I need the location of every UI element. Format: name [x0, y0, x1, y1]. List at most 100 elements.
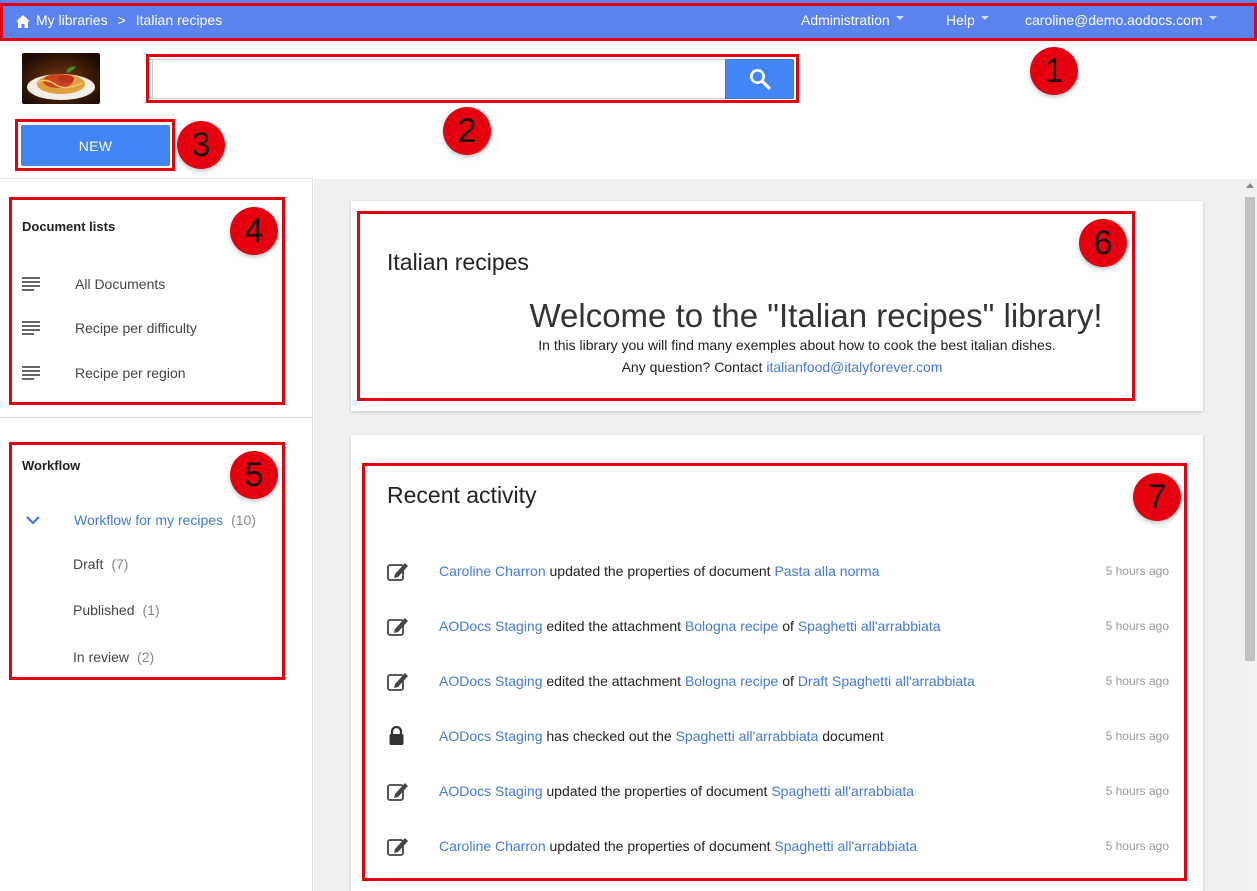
home-icon[interactable] — [16, 14, 30, 28]
activity-text: has checked out the — [542, 728, 676, 744]
scroll-up-arrow-icon[interactable] — [1246, 183, 1254, 188]
sidebar-item-published[interactable]: Published (1) — [73, 602, 160, 618]
main-content: Italian recipes Welcome to the "Italian … — [314, 179, 1243, 891]
welcome-card: Italian recipes Welcome to the "Italian … — [351, 201, 1203, 411]
breadcrumb: My libraries > Italian recipes — [16, 12, 222, 28]
activity-user-link[interactable]: AODocs Staging — [439, 728, 543, 744]
top-navigation-bar: My libraries > Italian recipes Administr… — [0, 0, 1257, 41]
workflow-state-count: (7) — [111, 556, 129, 572]
sidebar-item-label: Recipe per difficulty — [75, 320, 197, 336]
breadcrumb-my-libraries[interactable]: My libraries — [36, 12, 108, 28]
help-menu[interactable]: Help — [946, 12, 989, 28]
sidebar: Document lists All Documents Recipe per … — [0, 178, 313, 891]
list-icon — [22, 277, 40, 291]
activity-timestamp: 5 hours ago — [1105, 674, 1169, 688]
activity-timestamp: 5 hours ago — [1105, 839, 1169, 853]
edit-icon — [387, 673, 408, 691]
activity-user-link[interactable]: Caroline Charron — [439, 838, 546, 854]
activity-document-link[interactable]: Spaghetti all'arrabbiata — [771, 783, 914, 799]
search-bar — [152, 59, 794, 99]
breadcrumb-separator: > — [117, 12, 126, 28]
contact-email-link[interactable]: italianfood@italyforever.com — [766, 359, 942, 375]
edit-icon — [387, 563, 408, 581]
contact-prefix: Any question? Contact — [621, 359, 767, 375]
document-lists-heading: Document lists — [22, 219, 116, 234]
workflow-state-label: In review — [73, 649, 130, 665]
activity-row: Caroline Charron updated the properties … — [387, 561, 1169, 581]
workflow-state-count: (1) — [142, 602, 160, 618]
sidebar-item-recipe-per-difficulty[interactable]: Recipe per difficulty — [22, 320, 197, 336]
activity-timestamp: 5 hours ago — [1105, 784, 1169, 798]
activity-text: updated the properties of document — [542, 783, 772, 799]
activity-text: edited the attachment — [542, 673, 685, 689]
chevron-down-icon — [895, 16, 904, 20]
annotation-badge-2: 2 — [443, 107, 491, 155]
recent-activity-title: Recent activity — [387, 482, 537, 508]
activity-user-link[interactable]: AODocs Staging — [439, 618, 543, 634]
activity-row: AODocs Staging edited the attachment Bol… — [387, 616, 1169, 636]
chevron-down-icon[interactable] — [26, 515, 40, 525]
administration-menu[interactable]: Administration — [801, 12, 904, 28]
help-label: Help — [946, 12, 975, 28]
activity-timestamp: 5 hours ago — [1105, 619, 1169, 633]
list-icon — [22, 366, 40, 380]
activity-document-link[interactable]: Spaghetti all'arrabbiata — [676, 728, 819, 744]
sidebar-item-label: Recipe per region — [75, 365, 186, 381]
search-input[interactable] — [152, 59, 725, 99]
activity-document-link[interactable]: Spaghetti all'arrabbiata — [798, 618, 941, 634]
new-button[interactable]: NEW — [21, 125, 170, 166]
activity-row: AODocs Staging has checked out the Spagh… — [387, 726, 1169, 746]
edit-icon — [387, 783, 408, 801]
activity-attachment-link[interactable]: Bologna recipe — [685, 618, 778, 634]
activity-document-link[interactable]: Pasta alla norma — [774, 563, 879, 579]
activity-document-link[interactable]: Draft Spaghetti all'arrabbiata — [798, 673, 975, 689]
vertical-scrollbar[interactable] — [1243, 179, 1257, 891]
sidebar-item-in-review[interactable]: In review (2) — [73, 649, 154, 665]
activity-text-of: of — [778, 673, 798, 689]
sidebar-item-recipe-per-region[interactable]: Recipe per region — [22, 365, 186, 381]
activity-text: edited the attachment — [542, 618, 685, 634]
workflow-heading: Workflow — [22, 458, 81, 473]
edit-icon — [387, 618, 408, 636]
sidebar-item-workflow-for-my-recipes[interactable]: Workflow for my recipes (10) — [26, 512, 256, 528]
activity-text: updated the properties of document — [545, 838, 775, 854]
breadcrumb-current[interactable]: Italian recipes — [136, 12, 222, 28]
activity-row: AODocs Staging updated the properties of… — [387, 781, 1169, 801]
pasta-image — [22, 53, 100, 104]
list-icon — [22, 321, 40, 335]
library-logo[interactable] — [22, 53, 100, 104]
welcome-contact-line: Any question? Contact italianfood@italyf… — [351, 359, 1203, 375]
annotation-badge-6: 6 — [1079, 219, 1127, 267]
workflow-state-label: Draft — [73, 556, 104, 572]
workflow-state-label: Published — [73, 602, 135, 618]
annotation-badge-4: 4 — [230, 207, 278, 255]
sidebar-item-all-documents[interactable]: All Documents — [22, 276, 165, 292]
activity-row: Caroline Charron updated the properties … — [387, 836, 1169, 856]
chevron-down-icon — [980, 16, 989, 20]
scrollbar-thumb[interactable] — [1245, 197, 1255, 661]
welcome-headline: Welcome to the "Italian recipes" library… — [529, 297, 1103, 334]
library-title: Italian recipes — [387, 249, 529, 275]
user-account-menu[interactable]: caroline@demo.aodocs.com — [1025, 12, 1217, 28]
activity-text: updated the properties of document — [545, 563, 775, 579]
annotation-badge-1: 1 — [1030, 47, 1078, 95]
search-icon — [749, 69, 771, 90]
activity-attachment-link[interactable]: Bologna recipe — [685, 673, 778, 689]
lock-icon — [389, 726, 404, 745]
sidebar-item-label: All Documents — [75, 276, 166, 292]
sidebar-divider — [0, 417, 312, 418]
annotation-badge-7: 7 — [1133, 473, 1181, 521]
activity-user-link[interactable]: Caroline Charron — [439, 563, 546, 579]
edit-icon — [387, 838, 408, 856]
search-button[interactable] — [725, 59, 794, 99]
activity-text-tail: document — [818, 728, 884, 744]
user-email: caroline@demo.aodocs.com — [1025, 12, 1203, 28]
activity-user-link[interactable]: AODocs Staging — [439, 673, 543, 689]
activity-row: AODocs Staging edited the attachment Bol… — [387, 671, 1169, 691]
activity-text-of: of — [778, 618, 798, 634]
workflow-root-count: (10) — [231, 512, 257, 528]
activity-user-link[interactable]: AODocs Staging — [439, 783, 543, 799]
sidebar-item-draft[interactable]: Draft (7) — [73, 556, 128, 572]
chevron-down-icon — [1208, 16, 1217, 20]
activity-document-link[interactable]: Spaghetti all'arrabbiata — [774, 838, 917, 854]
